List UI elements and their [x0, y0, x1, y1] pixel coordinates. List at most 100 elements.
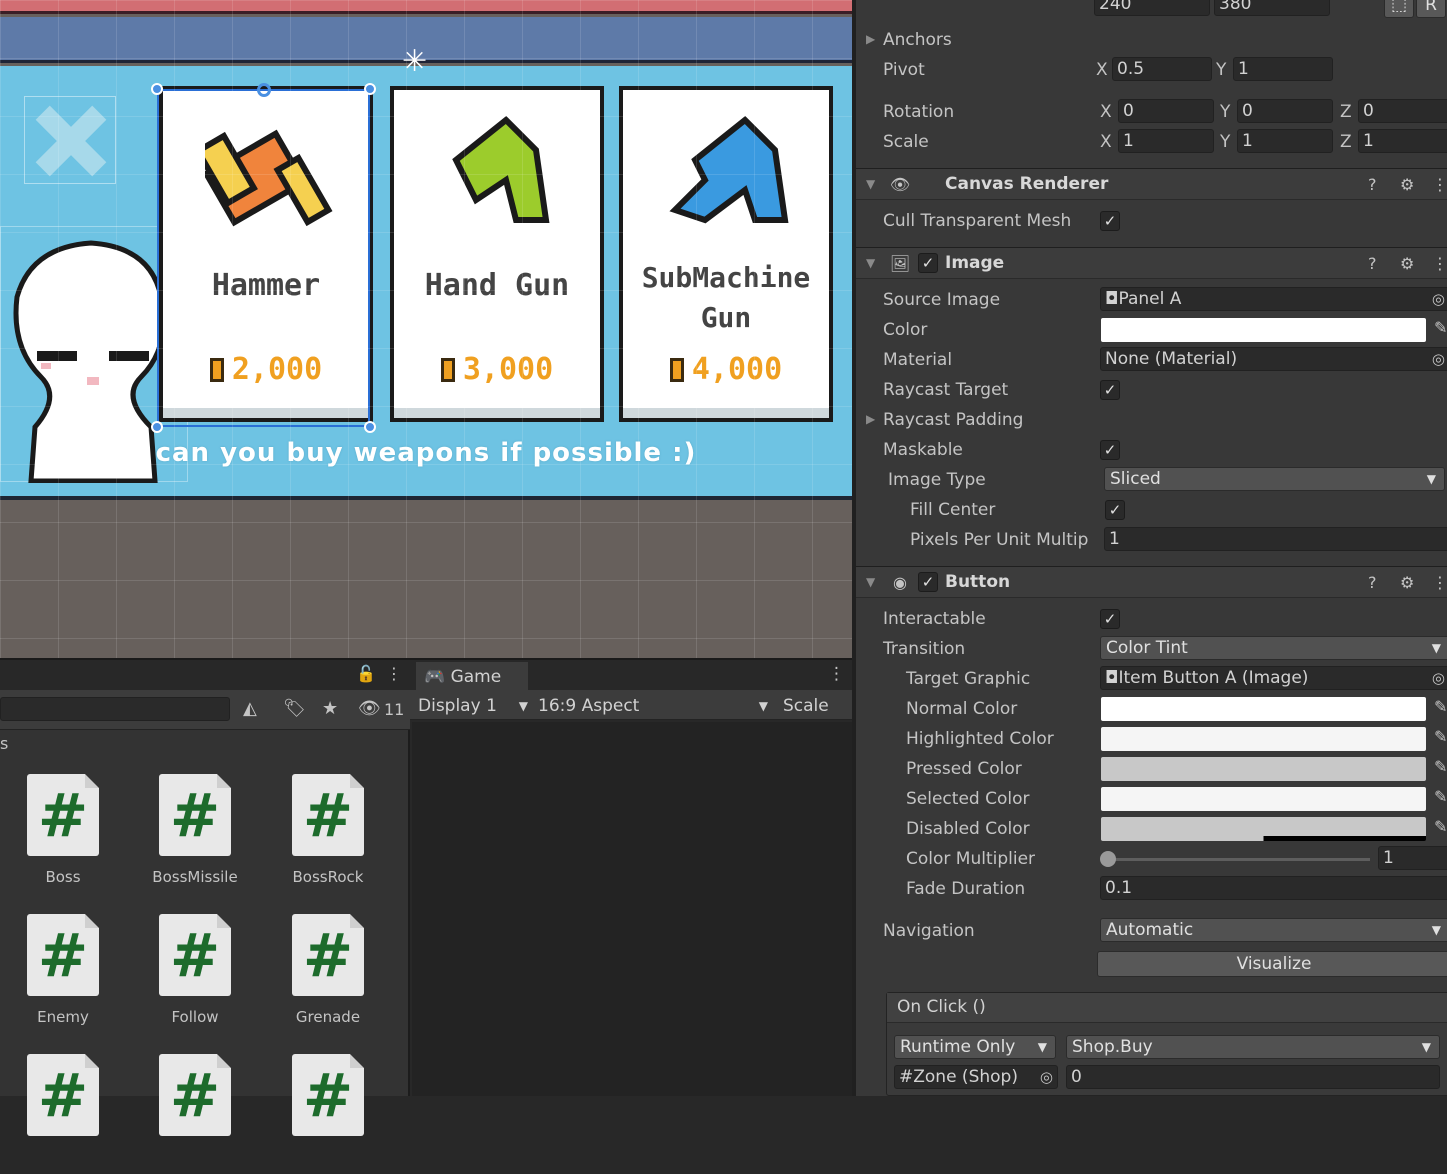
more-icon[interactable]: ⋮	[1432, 254, 1447, 273]
raycast-padding-row[interactable]: ▶ Raycast Padding	[856, 406, 1447, 436]
eyedropper-icon[interactable]: ✎	[1434, 318, 1447, 337]
ppu-field[interactable]: 1	[1104, 527, 1447, 551]
item-card-submachine-gun[interactable]: SubMachine Gun 4,000	[619, 86, 833, 422]
help-icon[interactable]: ?	[1368, 175, 1377, 194]
slider-handle[interactable]	[1100, 851, 1116, 867]
color-multiplier-field[interactable]: 1	[1378, 846, 1447, 870]
selected-color-swatch[interactable]	[1101, 787, 1426, 811]
button-enabled-checkbox[interactable]: ✓	[918, 572, 938, 592]
asset-item[interactable]: # Grenade	[268, 914, 388, 1034]
more-icon[interactable]: ⋮	[1432, 573, 1447, 592]
pressed-color-swatch[interactable]	[1101, 757, 1426, 781]
pivot-x-field[interactable]: 0.5	[1112, 57, 1212, 81]
rotation-z-field[interactable]: 0	[1358, 99, 1447, 123]
object-picker-icon[interactable]: ◎	[1040, 1066, 1053, 1088]
object-picker-icon[interactable]: ◎	[1432, 288, 1445, 310]
eyedropper-icon[interactable]: ✎	[1434, 697, 1447, 716]
preset-icon[interactable]: ⚙	[1400, 254, 1414, 273]
target-graphic-field[interactable]: ◘Item Button A (Image) ◎	[1100, 666, 1447, 690]
highlighted-color-swatch[interactable]	[1101, 727, 1426, 751]
anchor-icon[interactable]: ✳	[402, 44, 427, 79]
fold-arrow-icon[interactable]: ▼	[866, 177, 875, 191]
canvas-renderer-header[interactable]: ▼ 👁 Canvas Renderer ? ⚙ ⋮	[856, 168, 1447, 200]
project-window[interactable]: 🔓 ⋮ ◭ 🏷 ★ 👁 11 s # Boss # BossMissile # …	[0, 658, 410, 1136]
color-multiplier-slider[interactable]	[1108, 858, 1370, 861]
more-icon[interactable]: ⋮	[386, 664, 402, 683]
fill-center-checkbox[interactable]: ✓	[1105, 500, 1125, 520]
fade-duration-field[interactable]: 0.1	[1100, 876, 1447, 900]
button-header[interactable]: ▼ ◉ ✓ Button ? ⚙ ⋮	[856, 566, 1447, 598]
transition-dropdown[interactable]: Color Tint ▼	[1100, 636, 1447, 660]
image-enabled-checkbox[interactable]: ✓	[918, 253, 938, 273]
pivot-handle[interactable]	[257, 83, 271, 97]
normal-color-swatch[interactable]	[1101, 697, 1426, 721]
width-field[interactable]: 240	[1094, 0, 1210, 16]
asset-item[interactable]: # BossMissile	[135, 774, 255, 894]
eyedropper-icon[interactable]: ✎	[1434, 727, 1447, 746]
preset-icon[interactable]: ⚙	[1400, 573, 1414, 592]
asset-item[interactable]: # Follow	[135, 914, 255, 1034]
display-dropdown[interactable]: Display 1 ▼	[418, 693, 528, 719]
filter-type-icon[interactable]: ◭	[243, 698, 257, 719]
help-icon[interactable]: ?	[1368, 254, 1377, 273]
maskable-checkbox[interactable]: ✓	[1100, 440, 1120, 460]
close-icon[interactable]	[24, 96, 116, 184]
eyedropper-icon[interactable]: ✎	[1434, 817, 1447, 836]
fold-arrow-icon[interactable]: ▶	[866, 32, 875, 46]
object-picker-icon[interactable]: ◎	[1432, 667, 1445, 689]
rotation-y-field[interactable]: 0	[1237, 99, 1333, 123]
asset-item[interactable]: #	[135, 1054, 255, 1174]
help-icon[interactable]: ?	[1368, 573, 1377, 592]
eyedropper-icon[interactable]: ✎	[1434, 787, 1447, 806]
label-icon[interactable]: 🏷	[283, 698, 306, 719]
object-picker-icon[interactable]: ◎	[1432, 348, 1445, 370]
scale-x-field[interactable]: 1	[1118, 129, 1214, 153]
source-image-field[interactable]: ◘Panel A ◎	[1100, 287, 1447, 311]
cull-checkbox[interactable]: ✓	[1100, 211, 1120, 231]
resize-handle[interactable]	[151, 421, 163, 433]
image-header[interactable]: ▼ 🖼 ✓ Image ? ⚙ ⋮	[856, 247, 1447, 279]
fold-arrow-icon[interactable]: ▶	[866, 412, 875, 426]
interactable-checkbox[interactable]: ✓	[1100, 609, 1120, 629]
scene-view[interactable]: Hammer 2,000 Hand Gun 3,000 SubMachine G…	[0, 0, 852, 658]
game-screen[interactable]	[412, 722, 852, 1096]
argument-field[interactable]: 0	[1066, 1065, 1440, 1089]
lock-icon[interactable]: 🔓	[356, 664, 376, 683]
color-swatch[interactable]	[1101, 318, 1426, 342]
asset-item[interactable]: #	[3, 1054, 123, 1174]
scale-z-field[interactable]: 1	[1358, 129, 1447, 153]
raycast-target-checkbox[interactable]: ✓	[1100, 380, 1120, 400]
preset-icon[interactable]: ⚙	[1400, 175, 1414, 194]
disabled-color-swatch[interactable]	[1101, 817, 1426, 841]
search-input[interactable]	[0, 697, 230, 721]
rotation-x-field[interactable]: 0	[1118, 99, 1214, 123]
eyedropper-icon[interactable]: ✎	[1434, 757, 1447, 776]
blueprint-mode-button[interactable]: ⬚	[1384, 0, 1414, 18]
game-window[interactable]: 🎮 Game ⋮ Display 1 ▼ 16:9 Aspect ▼ Scale	[410, 658, 852, 1096]
raw-edit-button[interactable]: R	[1416, 0, 1446, 18]
resize-handle[interactable]	[364, 421, 376, 433]
anchors-row[interactable]: ▶ Anchors	[856, 26, 1447, 56]
fold-arrow-icon[interactable]: ▼	[866, 575, 875, 589]
aspect-dropdown[interactable]: 16:9 Aspect ▼	[538, 693, 768, 719]
more-icon[interactable]: ⋮	[828, 664, 845, 684]
hidden-eye-icon[interactable]: 👁	[358, 698, 381, 719]
height-field[interactable]: 380	[1214, 0, 1330, 16]
navigation-dropdown[interactable]: Automatic ▼	[1100, 918, 1447, 942]
asset-item[interactable]: # Boss	[3, 774, 123, 894]
asset-item[interactable]: #	[268, 1054, 388, 1174]
image-type-dropdown[interactable]: Sliced ▼	[1104, 467, 1445, 491]
more-icon[interactable]: ⋮	[1432, 175, 1447, 194]
fold-arrow-icon[interactable]: ▼	[866, 256, 875, 270]
tab-game[interactable]: 🎮 Game	[416, 662, 528, 692]
pivot-y-field[interactable]: 1	[1233, 57, 1333, 81]
scale-slider-label[interactable]: Scale	[783, 693, 849, 719]
runtime-dropdown[interactable]: Runtime Only ▼	[894, 1035, 1056, 1059]
material-field[interactable]: None (Material) ◎	[1100, 347, 1447, 371]
asset-item[interactable]: # BossRock	[268, 774, 388, 894]
inspector-window[interactable]: 240 380 ⬚ R ▶ Anchors Pivot X 0.5 Y 1 Ro…	[852, 0, 1447, 1096]
asset-item[interactable]: # Enemy	[3, 914, 123, 1034]
item-card-hand-gun[interactable]: Hand Gun 3,000	[390, 86, 604, 422]
resize-handle[interactable]	[364, 83, 376, 95]
function-dropdown[interactable]: Shop.Buy ▼	[1066, 1035, 1440, 1059]
